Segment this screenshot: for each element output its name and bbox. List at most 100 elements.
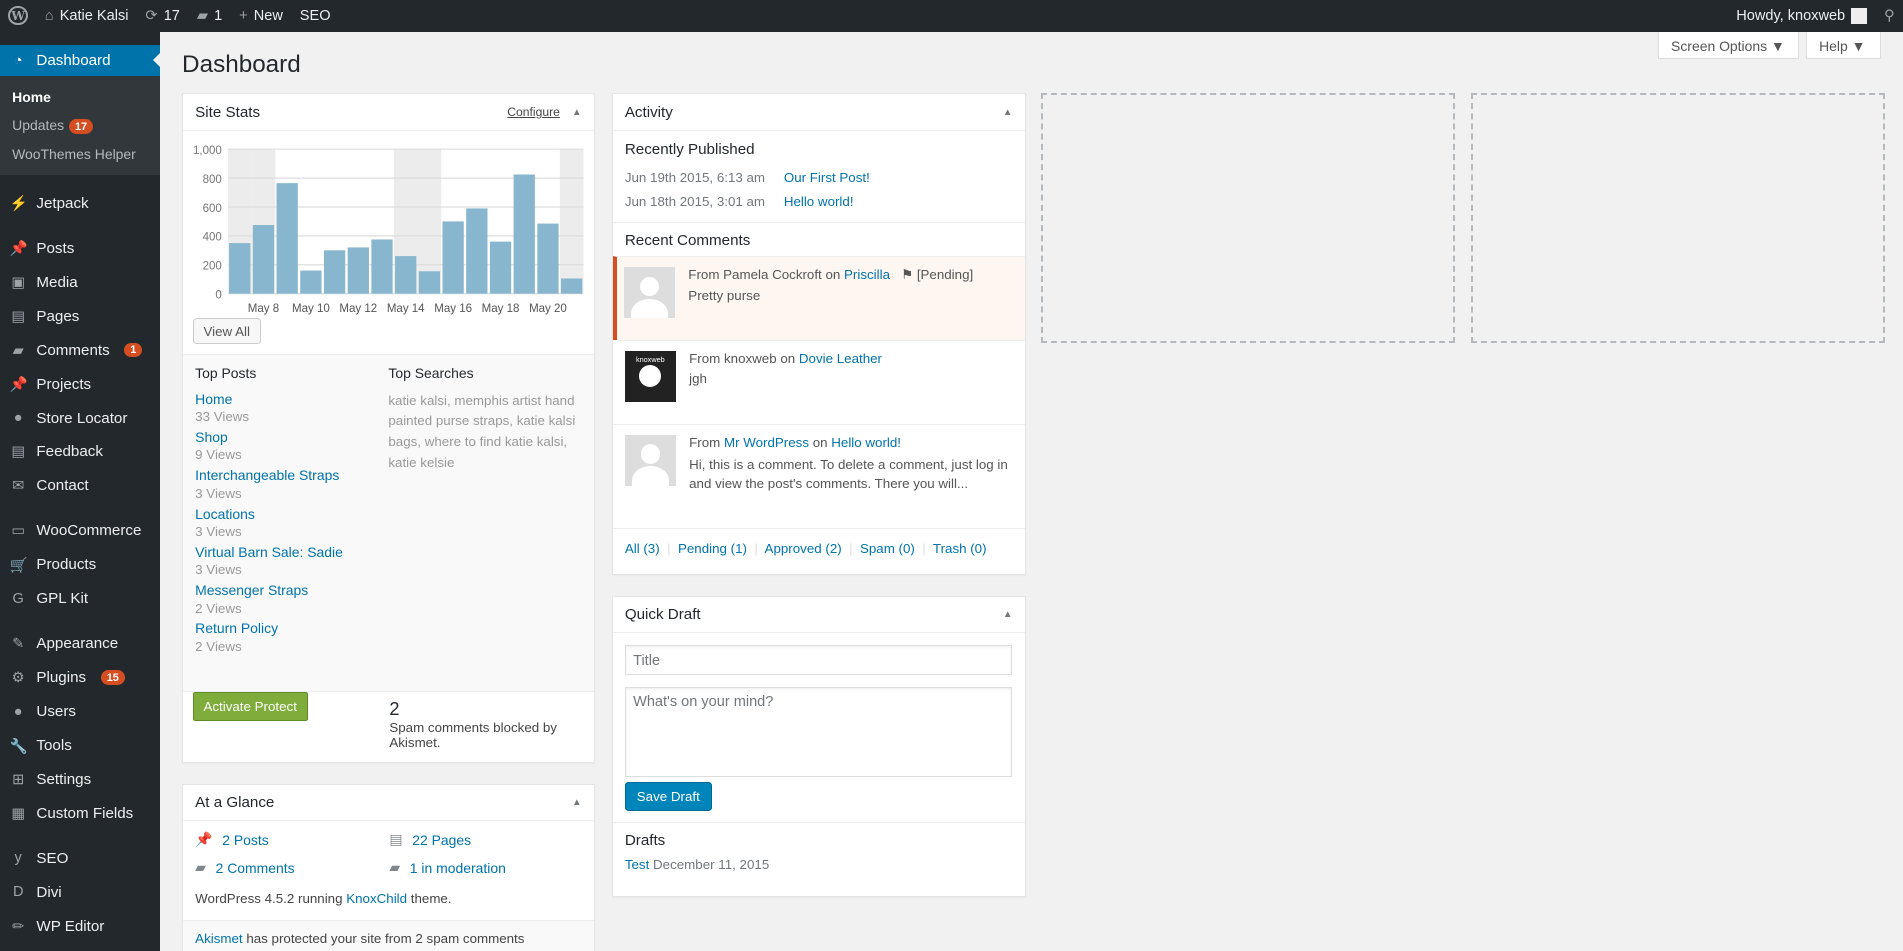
- save-draft-button[interactable]: Save Draft: [624, 781, 712, 811]
- top-post-link[interactable]: Locations: [195, 506, 388, 522]
- moderation-link[interactable]: 1 in moderation: [410, 860, 506, 876]
- view-all-button[interactable]: View All: [192, 317, 261, 345]
- draft-title-input[interactable]: Title: [624, 645, 1013, 675]
- published-post-link[interactable]: Our First Post!: [784, 170, 870, 185]
- submenu-woothemes-helper[interactable]: WooThemes Helper: [0, 140, 160, 168]
- comment-filter-link[interactable]: Trash (0): [933, 541, 987, 556]
- sidebar-item-plugins[interactable]: ⚙ Plugins 15: [0, 661, 160, 695]
- bar[interactable]: [418, 271, 441, 294]
- sidebar-item-feedback[interactable]: ▤ Feedback: [0, 435, 160, 469]
- site-stats-widget: Site Stats Configure ▲ 0 200 400 600 800 1,000 M…: [182, 93, 595, 764]
- bar[interactable]: [489, 241, 512, 294]
- sidebar-item-comments[interactable]: ▰ Comments 1: [0, 333, 160, 367]
- updates-link[interactable]: ⟳ 17: [137, 0, 188, 32]
- top-post-link[interactable]: Return Policy: [195, 620, 388, 636]
- wp-logo-menu[interactable]: W: [0, 0, 36, 32]
- sidebar-item-jetpack[interactable]: ⚡ Jetpack: [0, 186, 160, 220]
- widget-title: At a Glance: [195, 794, 275, 812]
- bar[interactable]: [229, 242, 251, 294]
- bar[interactable]: [276, 183, 298, 294]
- sidebar-label: Feedback: [36, 443, 103, 461]
- seo-link[interactable]: SEO: [291, 0, 339, 32]
- top-post-views: 3 Views: [195, 562, 242, 578]
- bar[interactable]: [395, 255, 417, 294]
- collapse-toggle-icon[interactable]: ▲: [572, 107, 582, 118]
- help-button[interactable]: Help ▼: [1805, 31, 1882, 60]
- collapse-toggle-icon[interactable]: ▲: [1003, 609, 1013, 620]
- sidebar-item-store-locator[interactable]: ● Store Locator: [0, 401, 160, 435]
- submenu-home[interactable]: Home: [0, 83, 160, 111]
- top-post-link[interactable]: Interchangeable Straps: [195, 467, 388, 483]
- activate-protect-button[interactable]: Activate Protect: [192, 691, 308, 721]
- bar[interactable]: [371, 239, 393, 294]
- sidebar-item-products[interactable]: 🛒 Products: [0, 548, 160, 582]
- fields-icon: ▦: [11, 806, 26, 822]
- collapse-toggle-icon[interactable]: ▲: [1003, 107, 1013, 118]
- comment-post-link[interactable]: Priscilla: [844, 267, 890, 282]
- mail-icon: ✉: [12, 478, 25, 495]
- pages-count-link[interactable]: 22 Pages: [412, 832, 471, 848]
- published-post-link[interactable]: Hello world!: [784, 194, 854, 209]
- bar[interactable]: [323, 250, 346, 294]
- sidebar-item-wp-editor[interactable]: ✏ WP Editor: [0, 909, 160, 943]
- x-tick-label: May 20: [529, 303, 567, 315]
- sidebar-item-appearance[interactable]: ✎ Appearance: [0, 627, 160, 661]
- sidebar-item-seo[interactable]: y SEO: [0, 841, 160, 875]
- draft-link[interactable]: Test: [625, 857, 649, 872]
- submenu-updates[interactable]: Updates 17: [0, 111, 160, 140]
- screen-options-button[interactable]: Screen Options ▼: [1657, 31, 1799, 60]
- bar[interactable]: [300, 270, 322, 294]
- y-tick-label: 400: [203, 232, 222, 244]
- theme-link[interactable]: KnoxChild: [346, 891, 407, 906]
- comments-count-link[interactable]: 2 Comments: [216, 860, 295, 876]
- comment-filter-link[interactable]: All (3): [625, 541, 660, 556]
- search-icon: ⚲: [1883, 8, 1895, 25]
- sidebar-item-contact[interactable]: ✉ Contact: [0, 469, 160, 503]
- top-post-link[interactable]: Messenger Straps: [195, 582, 388, 598]
- bar[interactable]: [442, 221, 464, 294]
- sidebar-item-custom-fields[interactable]: ▦ Custom Fields: [0, 797, 160, 831]
- sidebar-item-media[interactable]: ▣ Media: [0, 265, 160, 299]
- akismet-link[interactable]: Akismet: [195, 931, 242, 946]
- comment-author-link[interactable]: Mr WordPress: [724, 435, 809, 450]
- sidebar-item-projects[interactable]: 📌 Projects: [0, 367, 160, 401]
- flag-icon: ⚑: [901, 267, 914, 283]
- top-post-link[interactable]: Virtual Barn Sale: Sadie: [195, 544, 388, 560]
- comment-filter-link[interactable]: Pending (1): [678, 541, 747, 556]
- sidebar-item-divi[interactable]: D Divi: [0, 875, 160, 909]
- bar[interactable]: [561, 278, 583, 294]
- comments-moderation-icon: ▰: [389, 859, 401, 876]
- sidebar-item-gpl-kit[interactable]: G GPL Kit: [0, 582, 160, 616]
- recent-comments-heading: Recent Comments: [624, 232, 751, 250]
- sidebar-item-pages[interactable]: ▤ Pages: [0, 299, 160, 333]
- top-post-link[interactable]: Home: [195, 391, 388, 407]
- sidebar-item-dashboard[interactable]: ◔ Dashboard: [0, 44, 161, 77]
- sidebar-label: Store Locator: [36, 409, 128, 427]
- bar[interactable]: [252, 224, 275, 294]
- bar[interactable]: [347, 247, 369, 294]
- sidebar-label: Contact: [36, 477, 89, 495]
- site-name-link[interactable]: ⌂ Katie Kalsi: [36, 0, 137, 32]
- posts-count-link[interactable]: 2 Posts: [222, 832, 268, 848]
- search-button[interactable]: ⚲: [1875, 0, 1903, 32]
- bar[interactable]: [466, 208, 488, 294]
- bar[interactable]: [537, 223, 559, 294]
- comment-post-link[interactable]: Hello world!: [831, 435, 901, 450]
- collapse-toggle-icon[interactable]: ▲: [572, 797, 582, 808]
- bar[interactable]: [513, 174, 535, 294]
- draft-content-textarea[interactable]: What's on your mind?: [624, 686, 1013, 777]
- comments-link[interactable]: ▰ 1: [188, 0, 230, 32]
- sidebar-item-tools[interactable]: 🔧 Tools: [0, 729, 160, 763]
- sidebar-item-settings[interactable]: ⊞ Settings: [0, 763, 160, 797]
- new-content-link[interactable]: + New: [231, 0, 292, 32]
- sidebar-item-users[interactable]: ● Users: [0, 695, 160, 729]
- sidebar-item-collapse-menu[interactable]: ◀Collapse menu: [0, 943, 160, 951]
- top-post-link[interactable]: Shop: [195, 429, 388, 445]
- configure-link[interactable]: Configure: [507, 105, 560, 119]
- sidebar-item-woocommerce[interactable]: ▭ WooCommerce: [0, 514, 160, 548]
- comment-post-link[interactable]: Dovie Leather: [799, 351, 882, 366]
- comment-filter-link[interactable]: Approved (2): [765, 541, 842, 556]
- my-account-link[interactable]: Howdy, knoxweb: [1728, 0, 1876, 32]
- comment-filter-link[interactable]: Spam (0): [860, 541, 915, 556]
- sidebar-item-posts[interactable]: 📌 Posts: [0, 231, 160, 265]
